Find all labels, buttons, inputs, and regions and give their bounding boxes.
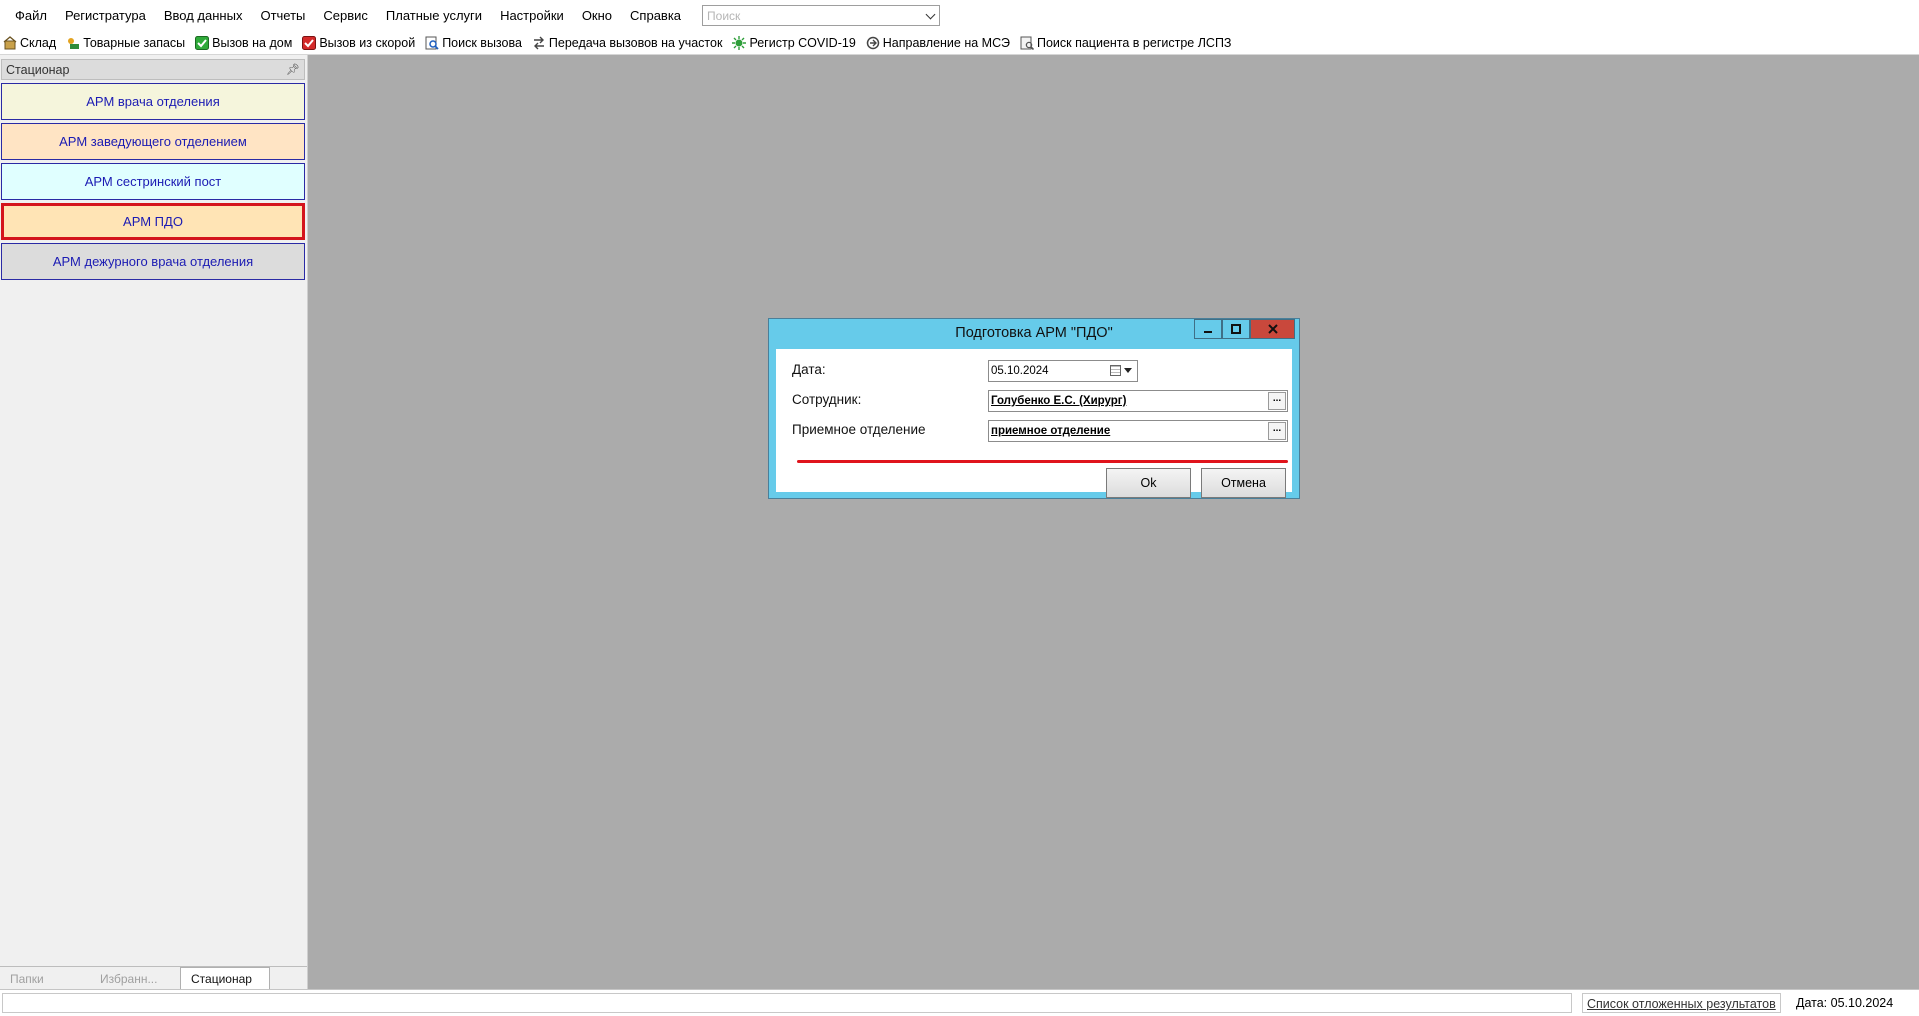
toolbar-transfer-calls-button[interactable]: Передача вызовов на участок — [527, 36, 728, 50]
menu-paid-services[interactable]: Платные услуги — [377, 0, 491, 31]
employee-label: Сотрудник: — [792, 392, 862, 407]
menu-reports[interactable]: Отчеты — [251, 0, 314, 31]
deferred-results-link[interactable]: Список отложенных результатов — [1582, 993, 1781, 1013]
menu-window[interactable]: Окно — [573, 0, 621, 31]
stock-icon — [68, 37, 80, 49]
status-date: Дата: 05.10.2024 — [1796, 996, 1894, 1010]
close-button[interactable] — [1250, 319, 1295, 339]
red-underline — [797, 460, 1288, 463]
minimize-icon — [1204, 331, 1212, 333]
toolbar-mse-referral-button[interactable]: Направление на МСЭ — [861, 36, 1015, 50]
arm-pdo-button[interactable]: АРМ ПДО — [1, 203, 305, 240]
search-combobox[interactable] — [702, 5, 941, 26]
check-icon — [195, 35, 210, 50]
close-icon — [1267, 324, 1278, 334]
toolbar-covid-registry-button[interactable]: Регистр COVID-19 — [727, 35, 860, 50]
panel-tabs: Папки Избранн... Стационар — [0, 966, 307, 989]
employee-select-button[interactable]: ... — [1268, 392, 1286, 410]
status-message-area — [2, 993, 1572, 1013]
department-field[interactable]: приемное отделение ... — [988, 420, 1288, 442]
panel-title: Стационар — [6, 62, 70, 77]
minimize-button[interactable] — [1194, 319, 1222, 339]
chevron-down-icon[interactable] — [925, 9, 936, 20]
menu-file[interactable]: Файл — [6, 0, 56, 31]
menu-bar: Файл Регистратура Ввод данных Отчеты Сер… — [0, 0, 1919, 31]
check-icon — [302, 35, 317, 50]
ok-button[interactable]: Ok — [1106, 468, 1191, 498]
tab-favorites[interactable]: Избранн... — [90, 969, 180, 989]
menu-data-entry[interactable]: Ввод данных — [155, 0, 252, 31]
search-input[interactable] — [703, 6, 922, 25]
calendar-icon[interactable] — [1110, 365, 1121, 376]
chevron-down-icon[interactable] — [1124, 368, 1132, 373]
maximize-button[interactable] — [1222, 319, 1250, 339]
toolbar-stock-button[interactable]: Товарные запасы — [61, 36, 190, 50]
toolbar-ambulance-call-button[interactable]: Вызов из скорой — [297, 35, 420, 50]
menu-settings[interactable]: Настройки — [491, 0, 573, 31]
menu-help[interactable]: Справка — [621, 0, 690, 31]
date-value: 05.10.2024 — [991, 365, 1049, 377]
panel-header: Стационар 📌︎ — [1, 59, 305, 80]
date-picker[interactable]: 05.10.2024 — [988, 360, 1138, 382]
maximize-icon — [1231, 324, 1241, 334]
menu-service[interactable]: Сервис — [314, 0, 377, 31]
status-bar: Список отложенных результатов Дата: 05.1… — [0, 989, 1919, 1016]
department-select-button[interactable]: ... — [1268, 422, 1286, 440]
left-panel: Стационар 📌︎ АРМ врача отделения АРМ зав… — [0, 55, 308, 989]
warehouse-icon — [3, 35, 17, 49]
toolbar-warehouse-button[interactable]: Склад — [0, 36, 61, 50]
search-icon — [425, 36, 439, 50]
virus-icon — [732, 35, 747, 50]
toolbar-call-search-button[interactable]: Поиск вызова — [420, 36, 527, 50]
dialog-body: Дата: 05.10.2024 Сотрудник: Голубенко Е.… — [776, 349, 1292, 498]
prepare-arm-dialog: Подготовка АРМ "ПДО" Дата: 05.10.2024 Со… — [768, 318, 1300, 499]
tab-folders[interactable]: Папки — [0, 969, 90, 989]
arm-nurse-post-button[interactable]: АРМ сестринский пост — [1, 163, 305, 200]
transfer-icon — [533, 36, 544, 49]
tab-stationary[interactable]: Стационар — [180, 967, 270, 989]
arm-doctor-button[interactable]: АРМ врача отделения — [1, 83, 305, 120]
menu-registry[interactable]: Регистратура — [56, 0, 155, 31]
employee-field[interactable]: Голубенко Е.С. (Хирург) ... — [988, 390, 1288, 412]
department-label: Приемное отделение — [792, 422, 926, 437]
department-value: приемное отделение — [991, 425, 1111, 437]
toolbar: Склад Товарные запасы Вызов на дом Вызов… — [0, 31, 1919, 55]
cancel-button[interactable]: Отмена — [1201, 468, 1286, 498]
arm-duty-doctor-button[interactable]: АРМ дежурного врача отделения — [1, 243, 305, 280]
pin-icon[interactable]: 📌︎ — [286, 63, 300, 76]
patient-search-icon — [1020, 36, 1034, 50]
arm-head-button[interactable]: АРМ заведующего отделением — [1, 123, 305, 160]
date-label: Дата: — [792, 362, 826, 377]
toolbar-lspz-patient-search-button[interactable]: Поиск пациента в регистре ЛСПЗ — [1015, 36, 1237, 50]
referral-icon — [866, 36, 880, 49]
toolbar-home-call-button[interactable]: Вызов на дом — [190, 35, 297, 50]
employee-value: Голубенко Е.С. (Хирург) — [991, 395, 1127, 407]
